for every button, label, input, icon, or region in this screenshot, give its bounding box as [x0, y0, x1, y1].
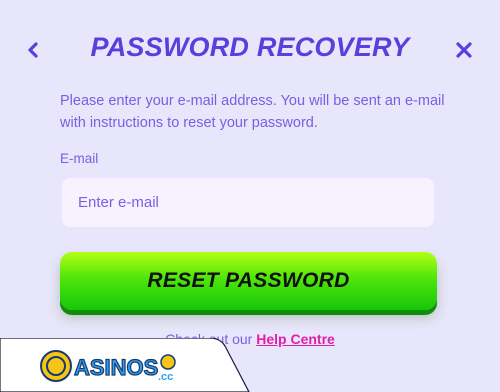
email-label: E-mail	[60, 151, 99, 166]
dialog-header: PASSWORD RECOVERY	[0, 0, 500, 100]
close-icon	[456, 42, 472, 58]
logo-suffix: .cc	[158, 371, 173, 383]
logo-text: ASINOS	[74, 355, 158, 380]
help-centre-link[interactable]: Help Centre	[256, 331, 335, 347]
watermark-panel: ASINOS .cc	[0, 338, 250, 392]
reset-password-button[interactable]: RESET PASSWORD	[60, 252, 437, 310]
page-title: PASSWORD RECOVERY	[90, 32, 410, 62]
email-field[interactable]	[60, 176, 436, 229]
instructions-text: Please enter your e-mail address. You wi…	[60, 93, 445, 131]
close-button[interactable]	[453, 39, 475, 61]
casinos-logo: ASINOS .cc	[40, 350, 176, 383]
